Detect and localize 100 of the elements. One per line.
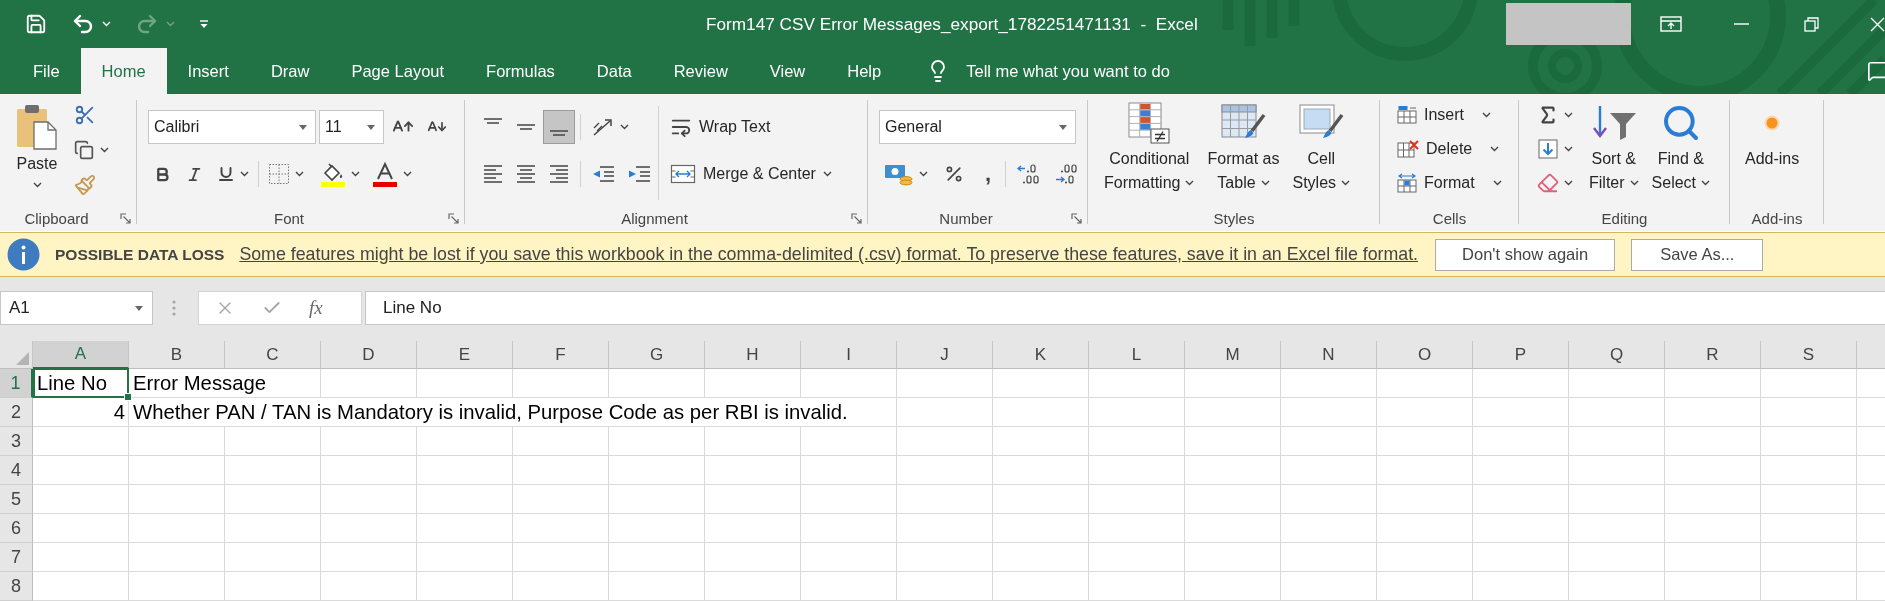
formula-field[interactable]: Line No (365, 291, 1885, 325)
align-right-icon (550, 165, 568, 183)
conditional-formatting-button[interactable]: Conditional Formatting (1102, 94, 1197, 206)
group-label: Clipboard (24, 210, 89, 227)
tell-me-field[interactable]: Tell me what you want to do (966, 61, 1227, 81)
fill-handle-icon[interactable] (124, 393, 132, 401)
format-as-table-button[interactable]: Format as Table (1205, 94, 1282, 206)
ribbon-tab[interactable]: Draw (249, 48, 331, 94)
caret-icon (1260, 180, 1270, 186)
caret-icon (240, 171, 249, 177)
currency-icon (884, 162, 914, 186)
ribbon-tab[interactable]: Help (826, 48, 903, 94)
caret-icon (1482, 112, 1491, 118)
underline-icon (217, 165, 235, 183)
triangle-icon (16, 352, 29, 365)
ribbon-tab[interactable]: Data (575, 48, 653, 94)
caret-icon (1185, 180, 1195, 186)
scissors-icon (74, 104, 96, 126)
caret-icon (135, 305, 143, 311)
caret-icon (1564, 180, 1573, 186)
ribbon-tab[interactable]: Home (80, 48, 167, 94)
row-header[interactable]: 6 (0, 514, 33, 543)
caret-icon (351, 171, 360, 177)
ribbon-tab[interactable]: Review (652, 48, 749, 94)
drag-handle-icon[interactable] (172, 299, 176, 317)
dialog-launcher-icon[interactable] (120, 213, 131, 224)
dismiss-button[interactable]: Don't show again (1435, 238, 1616, 271)
undo-icon (71, 12, 95, 36)
ribbon-tab[interactable]: Insert (166, 48, 250, 94)
close-icon (1870, 16, 1885, 32)
font-name-field[interactable]: Calibri (148, 110, 316, 144)
notification-link[interactable]: Some features might be lost if you save this workbook in the comma-delimited (.csv) format. To preserve these features, save it in an Excel file format. (239, 244, 1419, 265)
caret-icon (100, 147, 109, 153)
row-header[interactable]: 5 (0, 485, 33, 514)
format-cells-button[interactable]: Format (1396, 166, 1502, 200)
dialog-launcher-icon[interactable] (1071, 213, 1082, 224)
group-label: Styles (1213, 210, 1255, 227)
ribbon-tab[interactable]: File (12, 48, 81, 94)
align-top-icon (484, 118, 502, 124)
insert-cells-button[interactable]: Insert (1396, 98, 1502, 132)
font-size-field[interactable]: 11 (319, 110, 384, 144)
align-center-icon (517, 165, 535, 183)
fill-down-icon (1537, 138, 1559, 160)
dialog-launcher-icon[interactable] (448, 213, 459, 224)
delete-cells-button[interactable]: Delete (1396, 132, 1502, 166)
wrap-text-button[interactable]: Wrap Text (667, 111, 774, 143)
row-header[interactable]: 8 (0, 572, 33, 601)
number-format-field[interactable]: General (879, 110, 1076, 144)
group-label: Number (939, 210, 993, 227)
align-left-icon (484, 165, 502, 183)
caret-icon (32, 182, 42, 188)
increase-indent-icon (627, 164, 651, 184)
row-header[interactable]: 2 (0, 398, 33, 427)
caret-icon (1564, 112, 1573, 118)
fill-color-icon (320, 161, 346, 187)
cell-styles-button[interactable]: Cell Styles (1290, 94, 1353, 206)
increase-decimal-icon (1017, 163, 1041, 185)
caret-icon (166, 21, 175, 27)
ribbon-tab[interactable]: Formulas (465, 48, 576, 94)
vertical-align-button[interactable] (543, 110, 575, 144)
notification-title: POSSIBLE DATA LOSS (55, 245, 225, 264)
info-icon (7, 238, 40, 271)
font-color-icon (372, 161, 398, 187)
caret-icon (102, 21, 111, 27)
caret-icon (403, 171, 412, 177)
redo-icon (135, 12, 159, 36)
caret-icon (1701, 180, 1711, 186)
merge-center-button[interactable]: Merge & Center (667, 158, 835, 190)
find-select-button[interactable]: Find & Select (1649, 94, 1713, 206)
ribbon-tab[interactable]: View (748, 48, 827, 94)
row-header[interactable]: 4 (0, 456, 33, 485)
delete-cells-icon (1396, 139, 1420, 159)
comma-style-button[interactable]: , (977, 159, 999, 189)
percent-icon (944, 164, 964, 184)
insert-function-button[interactable]: fx (307, 295, 325, 321)
conditional-formatting-icon (1127, 101, 1172, 145)
customize-icon (199, 19, 209, 29)
align-bottom-icon (550, 130, 568, 136)
comment-icon[interactable] (1867, 60, 1885, 82)
row-header[interactable]: 3 (0, 427, 33, 456)
save-icon (25, 13, 47, 35)
save-as-button[interactable]: Save As... (1631, 238, 1764, 271)
window-title: Form147 CSV Error Messages_export_1782251471131 - Excel (706, 13, 1198, 35)
caret-icon (1629, 180, 1639, 186)
row-header[interactable]: 1 (0, 369, 33, 398)
row-header[interactable]: 7 (0, 543, 33, 572)
paste-button[interactable]: Paste (10, 94, 64, 206)
column-header[interactable]: A (33, 341, 129, 369)
insert-cells-icon (1396, 105, 1418, 125)
group-label: Alignment (621, 210, 688, 227)
caret-icon (1341, 180, 1351, 186)
ribbon-tab[interactable]: Page Layout (330, 48, 466, 94)
text-orientation-icon (591, 116, 615, 138)
dialog-launcher-icon[interactable] (851, 213, 862, 224)
cell-selection-border[interactable] (33, 368, 129, 398)
name-box[interactable]: A1 (0, 291, 153, 325)
sort-filter-button[interactable]: Sort & Filter (1587, 94, 1641, 206)
add-ins-button[interactable]: Add-ins (1743, 94, 1802, 206)
caret-icon (620, 124, 629, 130)
caret-icon (1490, 146, 1500, 152)
